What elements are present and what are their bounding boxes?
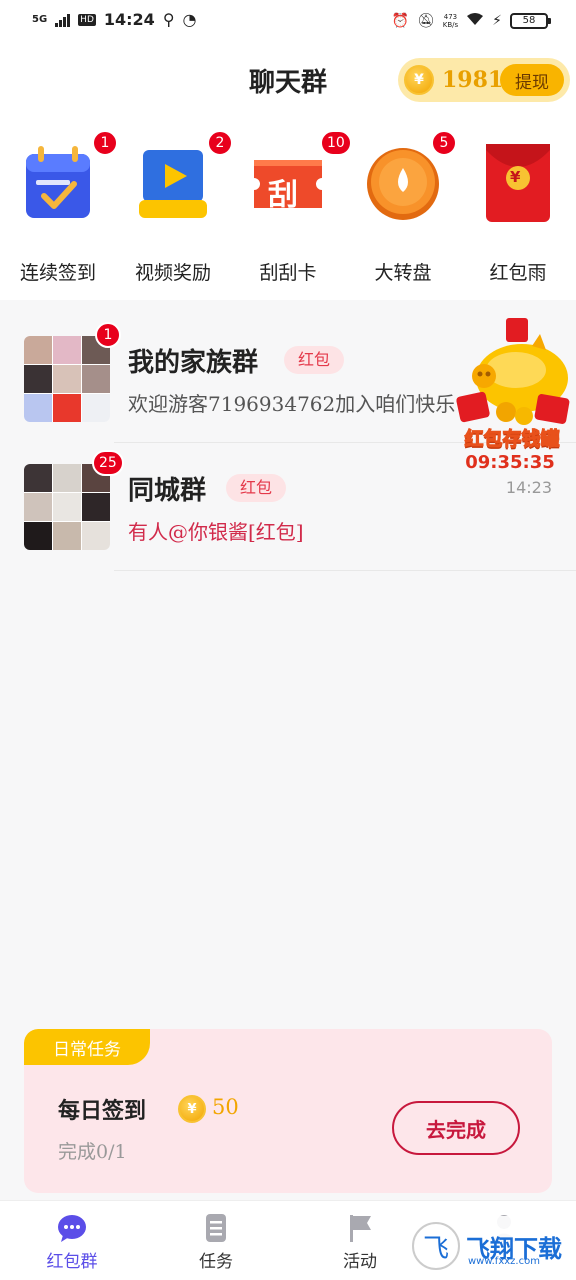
feature-scratch-card[interactable]: 刮 10 刮刮卡 bbox=[240, 130, 352, 286]
watermark-url: www.fxxz.com bbox=[468, 1256, 540, 1267]
feature-label: 大转盘 bbox=[374, 262, 432, 284]
video-play-icon bbox=[139, 150, 207, 218]
last-message: 有人@你银酱[红包] bbox=[128, 520, 304, 544]
flag-icon bbox=[350, 1215, 371, 1242]
tab-red-packet-groups[interactable]: 红包群 bbox=[0, 1201, 144, 1280]
piggy-bank-icon bbox=[456, 318, 570, 425]
coin-balance: 1981 bbox=[442, 67, 504, 93]
badge-count: 5 bbox=[431, 130, 457, 156]
site-watermark: 飞 飞翔下载 www.fxxz.com bbox=[408, 1216, 568, 1276]
clock: 14:24 bbox=[103, 10, 155, 29]
red-packet-tag: 红包 bbox=[284, 346, 345, 374]
status-bar: 5G HD 14:24 ⚲ ◔ ⏰ 🔕︎ 473 KB/s ⚡ 58 bbox=[0, 0, 576, 44]
coin-icon: ¥ bbox=[178, 1095, 206, 1123]
charging-icon: ⚡ bbox=[492, 13, 502, 29]
unread-badge: 25 bbox=[92, 450, 124, 476]
nav-label: 任务 bbox=[199, 1252, 233, 1272]
feature-daily-checkin[interactable]: 1 连续签到 bbox=[10, 130, 118, 286]
tab-tasks[interactable]: 任务 bbox=[144, 1201, 288, 1280]
net-speed: 473 KB/s bbox=[443, 13, 458, 29]
badge-count: 10 bbox=[320, 130, 352, 156]
network-type: 5G bbox=[32, 13, 48, 25]
feature-label: 连续签到 bbox=[19, 262, 96, 284]
piggy-bank-widget[interactable]: 红包存钱罐 09:35:35 bbox=[444, 316, 576, 476]
withdraw-button[interactable]: 提现 bbox=[500, 64, 564, 96]
chat-bubble-icon bbox=[58, 1215, 86, 1242]
chat-name: 同城群 bbox=[128, 476, 207, 506]
alarm-icon: ⏰ bbox=[391, 13, 409, 29]
scratch-glyph: 刮 bbox=[268, 178, 298, 213]
feature-grid: 1 连续签到 2 视频奖励 刮 10 刮刮卡 5 大转盘 ¥ 红包雨 bbox=[0, 116, 576, 300]
task-list-icon bbox=[206, 1214, 226, 1242]
piggy-bank-timer: 09:35:35 bbox=[465, 452, 555, 473]
daily-task-card: 日常任务 每日签到 ¥ 50 完成0/1 去完成 bbox=[24, 1029, 552, 1193]
envelope-glyph: ¥ bbox=[510, 168, 521, 186]
task-name: 每日签到 bbox=[58, 1098, 147, 1124]
mute-icon: 🔕︎ bbox=[416, 13, 435, 29]
piggy-bank-title: 红包存钱罐 bbox=[464, 428, 560, 451]
feature-lucky-wheel[interactable]: 5 大转盘 bbox=[355, 130, 457, 286]
badge-count: 1 bbox=[92, 130, 118, 156]
feature-label: 红包雨 bbox=[489, 262, 547, 284]
lucky-wheel-icon bbox=[367, 148, 439, 220]
header: 聊天群 ¥ 1981 提现 bbox=[0, 44, 576, 116]
net-speed-value: 473 bbox=[443, 13, 458, 21]
group-avatar bbox=[24, 464, 110, 550]
battery-icon: 58 bbox=[510, 13, 551, 29]
divider bbox=[114, 570, 576, 571]
feature-red-envelope-rain[interactable]: ¥ 红包雨 bbox=[470, 136, 566, 286]
net-speed-unit: KB/s bbox=[442, 21, 459, 29]
feature-video-reward[interactable]: 2 视频奖励 bbox=[125, 130, 233, 286]
chat-name: 我的家族群 bbox=[128, 348, 259, 378]
chat-item-local-group[interactable]: 25 同城群 红包 有人@你银酱[红包] 14:23 bbox=[0, 450, 576, 592]
status-left: 5G HD 14:24 ⚲ ◔ bbox=[32, 10, 197, 29]
coin-icon: ¥ bbox=[404, 65, 434, 95]
hd-icon: HD bbox=[78, 13, 96, 26]
red-packet-tag: 红包 bbox=[226, 474, 287, 502]
last-message: 欢迎游客7196934762加入咱们快乐 bbox=[128, 392, 456, 416]
status-right: ⏰ 🔕︎ 473 KB/s ⚡ 58 bbox=[391, 12, 551, 30]
wave-divider bbox=[0, 284, 576, 300]
wechat-icon: ◔ bbox=[182, 10, 197, 29]
nav-label: 红包群 bbox=[46, 1252, 98, 1272]
signal-icon bbox=[55, 13, 71, 27]
task-progress: 完成0/1 bbox=[58, 1141, 127, 1163]
badge-count: 2 bbox=[207, 130, 233, 156]
message-time: 14:23 bbox=[505, 478, 552, 497]
group-avatar bbox=[24, 336, 110, 422]
go-complete-button[interactable]: 去完成 bbox=[392, 1101, 520, 1155]
task-reward: 50 bbox=[212, 1095, 239, 1119]
watermark-logo: 飞 bbox=[412, 1222, 460, 1270]
calendar-check-icon bbox=[26, 146, 90, 218]
coin-balance-pill[interactable]: ¥ 1981 提现 bbox=[398, 58, 570, 102]
feature-label: 视频奖励 bbox=[134, 262, 211, 284]
feature-label: 刮刮卡 bbox=[259, 262, 317, 284]
unread-badge: 1 bbox=[95, 322, 121, 348]
wifi-icon bbox=[466, 12, 484, 30]
usb-icon: ⚲ bbox=[162, 10, 175, 29]
daily-task-ribbon: 日常任务 bbox=[24, 1029, 150, 1065]
